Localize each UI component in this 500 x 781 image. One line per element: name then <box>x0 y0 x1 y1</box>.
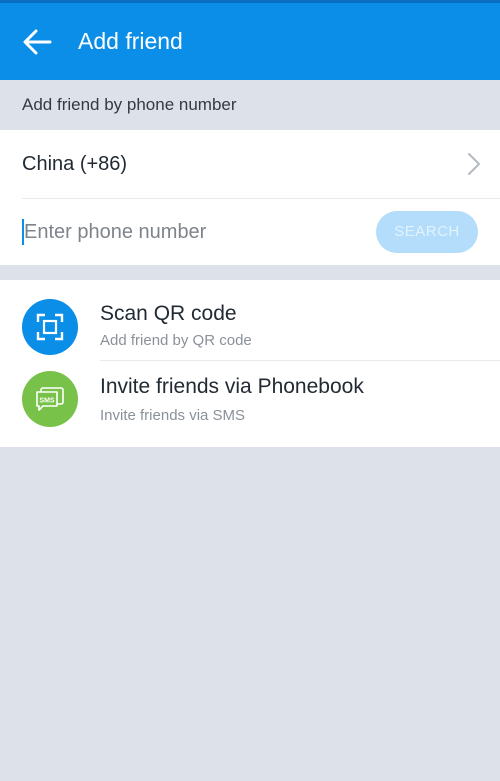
option-subtitle: Add friend by QR code <box>100 332 252 349</box>
chevron-right-icon <box>468 153 480 175</box>
back-button[interactable] <box>14 19 60 65</box>
sms-icon: SMS <box>22 371 78 427</box>
scan-qr-option[interactable]: Scan QR code Add friend by QR code <box>0 280 500 361</box>
phone-number-input[interactable] <box>22 210 362 254</box>
qr-scan-icon <box>22 299 78 355</box>
country-label: China (+86) <box>22 153 128 175</box>
option-title: Scan QR code <box>100 302 237 325</box>
option-title: Invite friends via Phonebook <box>100 375 364 398</box>
phone-search-card: China (+86) SEARCH <box>0 130 500 265</box>
search-button[interactable]: SEARCH <box>376 211 478 253</box>
text-cursor <box>22 219 24 245</box>
add-options-card: Scan QR code Add friend by QR code SMS I… <box>0 280 500 447</box>
arrow-left-icon <box>23 29 52 55</box>
section-header-phone: Add friend by phone number <box>22 95 237 114</box>
option-subtitle: Invite friends via SMS <box>100 407 246 424</box>
country-selector[interactable]: China (+86) <box>0 130 500 198</box>
page-title: Add friend <box>78 28 183 54</box>
sms-icon-label: SMS <box>39 398 55 405</box>
invite-phonebook-option[interactable]: SMS Invite friends via Phonebook Invite … <box>0 361 500 441</box>
app-bar: Add friend <box>0 0 500 80</box>
row-divider <box>22 198 500 199</box>
